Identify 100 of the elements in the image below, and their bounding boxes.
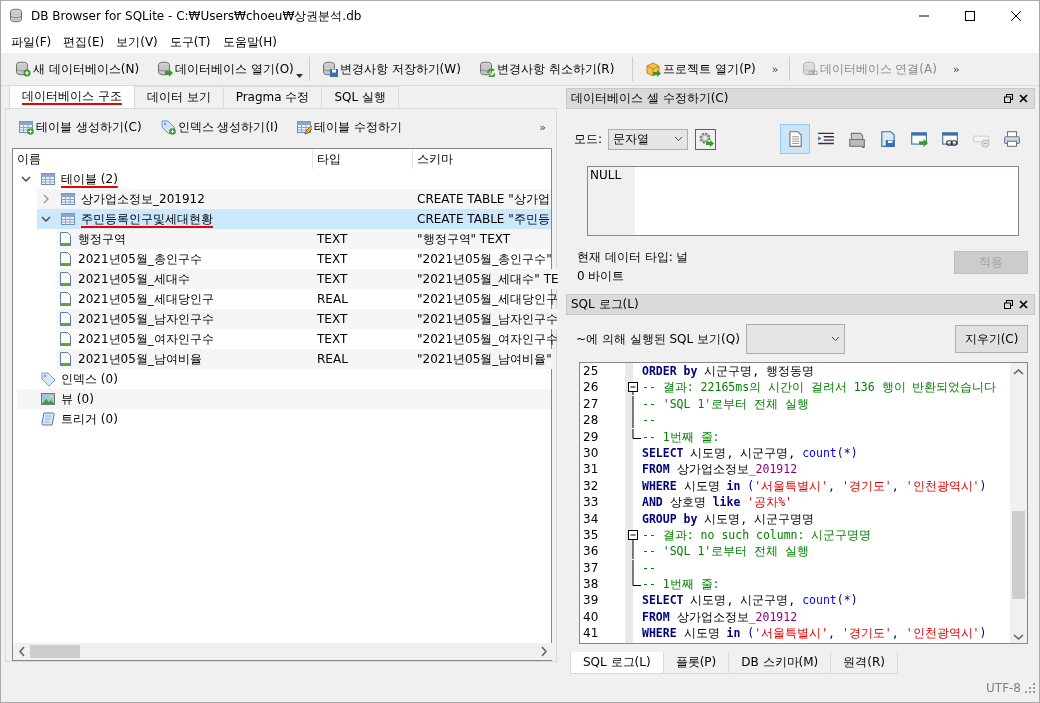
- close-icon[interactable]: [1019, 300, 1028, 309]
- page-icon: [57, 291, 73, 307]
- schema-text: CREATE TABLE "상가업: [417, 191, 550, 206]
- tree-row[interactable]: 행정구역 TEXT "행정구역" TEXT: [57, 229, 551, 249]
- restore-icon[interactable]: [1004, 94, 1013, 103]
- clear-button[interactable]: 지우기(C): [955, 325, 1028, 353]
- tree-row[interactable]: 트리거 (0): [17, 409, 551, 429]
- tree-item-name: 2021년05월_여자인구수: [78, 330, 214, 348]
- tree-row[interactable]: 인덱스 (0): [17, 369, 551, 389]
- menu-item[interactable]: 도움말(H): [216, 33, 283, 51]
- line-number: 41: [583, 625, 599, 642]
- toolbar-button[interactable]: 테이블 생성하기(C): [12, 115, 148, 139]
- tag-icon: [40, 371, 56, 387]
- chevron-down-icon[interactable]: [41, 216, 51, 222]
- column-header[interactable]: 스키마: [413, 149, 551, 169]
- line-number: 34: [583, 510, 599, 527]
- overflow-button[interactable]: »: [535, 120, 550, 134]
- code-line: -- 1번째 줄:: [641, 576, 720, 593]
- code-line: -- 결과: 22165ms의 시간이 걸려서 136 행이 반환되었습니다: [641, 379, 997, 396]
- horizontal-scrollbar[interactable]: [13, 643, 553, 660]
- tree-row[interactable]: 2021년05월_총인구수 TEXT "2021년05월_총인구수": [57, 249, 552, 269]
- schema-text: "2021년05월_남여비율": [417, 351, 552, 366]
- image-icon: [40, 391, 56, 407]
- fold-toggle-icon[interactable]: [628, 379, 638, 396]
- page-icon: [57, 331, 73, 347]
- toolbar-button[interactable]: 변경사항 취소하기(R): [472, 57, 621, 81]
- menu-item[interactable]: 편집(E): [57, 33, 111, 51]
- code-line: -- 결과: no such column: 시군구명명: [641, 526, 872, 544]
- page-icon: [57, 311, 73, 327]
- tree-row[interactable]: 2021년05월_여자인구수 TEXT "2021년05월_여자인구수: [57, 329, 559, 349]
- encoding-label: UTF-8: [986, 681, 1021, 695]
- chevron-down-icon[interactable]: [21, 176, 31, 182]
- data-type-text: 현재 데이터 타입: 널: [577, 249, 690, 266]
- chevron-right-icon[interactable]: [43, 194, 49, 204]
- database-plus-icon: [15, 61, 31, 77]
- code-line: -- 'SQL 1'로부터 전체 실행: [641, 395, 810, 413]
- apply-mode-button[interactable]: [695, 128, 717, 150]
- tree-row[interactable]: 테이블 (2): [17, 169, 551, 189]
- toolbar-button[interactable]: 프로젝트 열기(P): [639, 57, 762, 81]
- toolbar-button[interactable]: 변경사항 저장하기(W): [315, 57, 467, 81]
- tab[interactable]: 원격(R): [830, 652, 898, 674]
- tree-row[interactable]: 2021년05월_남여비율 REAL "2021년05월_남여비율": [57, 349, 552, 369]
- vertical-scrollbar[interactable]: [1010, 363, 1027, 643]
- code-line: -- 1번째 줄:: [641, 428, 720, 445]
- tree-row[interactable]: 2021년05월_남자인구수 TEXT "2021년05월_남자인구수: [57, 309, 559, 329]
- window-title: DB Browser for SQLite - C:₩Users₩choeu₩상권분석.db: [31, 7, 363, 25]
- schema-text: CREATE TABLE "주민등: [417, 211, 550, 226]
- tree-row[interactable]: 2021년05월_세대당인구 REAL "2021년05월_세대당인구: [57, 289, 559, 309]
- overflow-button[interactable]: »: [767, 62, 783, 76]
- box-arrow-icon: [645, 61, 662, 77]
- window-chain-icon: [941, 130, 959, 148]
- line-number: 25: [583, 363, 599, 380]
- page-icon: [57, 251, 73, 267]
- cell-value-field[interactable]: NULL: [587, 166, 1019, 236]
- fold-end-line: [632, 576, 641, 587]
- tag-plus-icon: [159, 119, 176, 135]
- mode-dropdown[interactable]: 문자열: [608, 128, 689, 150]
- mode-label: 모드:: [574, 130, 603, 148]
- menu-item[interactable]: 도구(T): [163, 33, 217, 51]
- toolbar-button[interactable]: 테이블 수정하기: [290, 115, 409, 139]
- scroll-icon: [40, 411, 56, 427]
- dock-title: SQL 로그(L): [571, 296, 640, 313]
- tree-row[interactable]: 상가업소정보_201912 CREATE TABLE "상가업: [37, 189, 551, 209]
- column-header[interactable]: 이름: [13, 149, 313, 169]
- database-refresh-icon: [478, 61, 495, 77]
- toolbar-button[interactable]: 새 데이터베이스(N): [9, 57, 146, 81]
- menu-item[interactable]: 보기(V): [110, 33, 164, 51]
- maximize-icon[interactable]: [965, 11, 975, 21]
- table-pencil-icon: [296, 119, 313, 135]
- tray-icon: [848, 130, 866, 148]
- toolbar-button[interactable]: 데이터베이스 열기(O): [151, 57, 300, 81]
- page-icon: [57, 231, 73, 247]
- line-number: 26: [583, 379, 599, 396]
- type-text: TEXT: [317, 332, 348, 346]
- close-icon[interactable]: [1019, 94, 1028, 103]
- schema-text: "2021년05월_세대수" TE: [417, 271, 559, 286]
- tree-row[interactable]: 주민등록인구및세대현황 CREATE TABLE "주민등: [37, 209, 551, 229]
- code-line: WHERE 시도명 in ('서울특별시', '경기도', '인천광역시'): [641, 625, 987, 642]
- menu-item[interactable]: 파일(F): [5, 33, 58, 51]
- line-number: 27: [583, 395, 599, 413]
- tab[interactable]: SQL 실행: [321, 86, 399, 108]
- filter-label: ~에 의해 실행된 SQL 보기(Q): [576, 330, 740, 348]
- tab[interactable]: SQL 로그(L): [570, 652, 664, 674]
- database-chain-icon: [801, 61, 818, 77]
- tree-row[interactable]: 뷰 (0): [17, 389, 551, 409]
- restore-icon[interactable]: [1004, 300, 1013, 309]
- type-text: TEXT: [317, 312, 348, 326]
- line-number: 28: [583, 412, 599, 429]
- tree-item-name: 행정구역: [78, 230, 126, 248]
- tree-row[interactable]: 2021년05월_세대수 TEXT "2021년05월_세대수" TE: [57, 269, 559, 289]
- tab[interactable]: 데이터베이스 구조: [9, 85, 135, 108]
- dropdown-arrow-icon[interactable]: [295, 74, 303, 78]
- database-arrow-icon: [157, 61, 174, 77]
- dock-title: 데이터베이스 셀 수정하기(C): [571, 90, 730, 107]
- column-header[interactable]: 타입: [313, 149, 413, 169]
- resize-grip-icon[interactable]: [1025, 683, 1035, 693]
- close-icon[interactable]: [1011, 11, 1021, 21]
- toolbar-button[interactable]: 인덱스 생성하기(I): [153, 115, 285, 139]
- overflow-button[interactable]: »: [948, 62, 964, 76]
- code-line: ORDER by 시군구명, 행정동명: [641, 363, 815, 380]
